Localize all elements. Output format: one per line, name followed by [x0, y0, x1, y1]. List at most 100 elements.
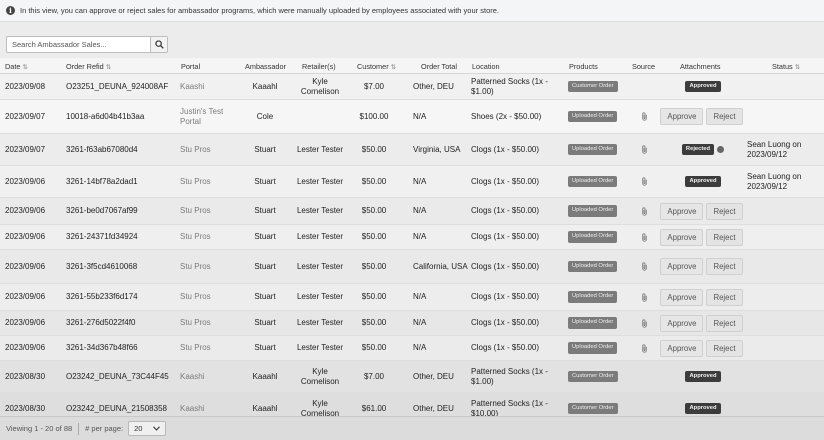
paperclip-icon[interactable]: [641, 318, 648, 328]
reject-button[interactable]: Reject: [706, 339, 743, 357]
reject-button[interactable]: Reject: [706, 258, 743, 275]
status-cell: [747, 250, 823, 283]
source-badge: Customer Order: [568, 80, 618, 93]
portal-cell: Stu Pros: [180, 261, 211, 271]
customer-cell: $50.00: [361, 232, 387, 241]
retailer-cell: Lester Tester: [296, 292, 344, 301]
paperclip-icon[interactable]: [641, 262, 648, 271]
customer-cell: $50.00: [361, 261, 387, 271]
source-badge: Uploaded Order: [568, 231, 618, 243]
customer-cell: $50.00: [361, 176, 387, 186]
table-row[interactable]: 2023/09/06 3261-be0d7067af99 Stu Pros Stuar…: [0, 198, 824, 225]
status-cell: [747, 393, 823, 416]
date-cell: 2023/08/30: [5, 371, 46, 381]
approve-button[interactable]: Approve: [660, 108, 704, 125]
ambassador-cell: Stuart: [254, 343, 276, 352]
ambassador-cell: Kaaahl: [252, 371, 278, 381]
reject-button[interactable]: Reject: [706, 228, 743, 246]
reject-button[interactable]: Reject: [706, 202, 743, 220]
status-cell: [747, 100, 823, 133]
search-input[interactable]: [7, 37, 150, 52]
col-date[interactable]: Date ⇅: [5, 62, 28, 71]
per-page-label: # per page:: [85, 424, 124, 433]
paperclip-icon[interactable]: [641, 292, 648, 302]
search-button[interactable]: [150, 37, 167, 52]
paperclip-icon[interactable]: [641, 206, 648, 216]
customer-cell: $7.00: [363, 81, 385, 91]
paperclip-cell: [638, 100, 650, 133]
table-row[interactable]: 2023/09/06 3261-55b233f6d174 Stu Pros Stuar…: [0, 284, 824, 311]
reject-button[interactable]: Reject: [706, 314, 743, 332]
paperclip-icon[interactable]: [641, 112, 648, 121]
portal-cell: Stu Pros: [180, 232, 211, 241]
source-badge: Uploaded Order: [568, 260, 618, 273]
portal-cell: Kaashi: [180, 81, 205, 91]
products-cell: Clogs (1x - $50.00): [471, 176, 540, 186]
ambassador-cell: Stuart: [254, 261, 276, 271]
table-row[interactable]: 2023/09/07 3261-f63ab67080d4 Stu Pros Stuar…: [0, 134, 824, 166]
retailer-cell: Kyle Cornelison: [300, 76, 340, 96]
per-page-select[interactable]: 20: [128, 421, 167, 436]
customer-cell: $50.00: [361, 343, 387, 352]
table-row[interactable]: 2023/09/07 10018-a6d04b41b3aa Justin's Tes…: [0, 100, 824, 134]
source-badge: Uploaded Order: [568, 175, 618, 188]
table-row[interactable]: 2023/08/30 O23242_DEUNA_21508358 Kaashi Kaa…: [0, 393, 824, 416]
customer-cell: $61.00: [361, 403, 387, 413]
approve-button[interactable]: Approve: [660, 202, 704, 220]
order-refid-cell: 10018-a6d04b41b3aa: [66, 111, 145, 121]
col-customer[interactable]: Customer ⇅: [357, 62, 396, 71]
order-refid-cell: 3261-55b233f6d174: [66, 292, 138, 301]
col-source: Source: [632, 62, 656, 71]
table-row[interactable]: 2023/09/06 3261-34d367b48f66 Stu Pros Stuar…: [0, 336, 824, 361]
paperclip-icon[interactable]: [641, 145, 648, 154]
approve-button[interactable]: Approve: [660, 339, 704, 357]
portal-cell: Stu Pros: [180, 206, 211, 215]
table-row[interactable]: 2023/09/06 3261-24371fd34924 Stu Pros Stuar…: [0, 225, 824, 250]
info-text: In this view, you can approve or reject …: [20, 6, 499, 15]
approve-button[interactable]: Approve: [660, 258, 704, 275]
col-status[interactable]: Status ⇅: [772, 62, 800, 71]
order-refid-cell: 3261-276d5022f4f0: [66, 318, 136, 327]
approve-button[interactable]: Approve: [660, 228, 704, 246]
approve-button[interactable]: Approve: [660, 314, 704, 332]
paperclip-cell: [638, 284, 650, 310]
reject-button[interactable]: Reject: [706, 108, 743, 125]
col-location: Location: [472, 62, 500, 71]
date-cell: 2023/09/06: [5, 318, 46, 327]
paperclip-icon[interactable]: [641, 177, 648, 186]
table-row[interactable]: 2023/09/06 3261-14bf78a2dad1 Stu Pros Stuar…: [0, 166, 824, 198]
order-refid-cell: O23251_DEUNA_924008AF: [66, 81, 169, 91]
order-refid-cell: O23242_DEUNA_21508358: [66, 403, 167, 413]
ambassador-cell: Stuart: [254, 144, 276, 154]
sort-icon[interactable]: ⇅: [391, 64, 396, 71]
table-row[interactable]: 2023/08/30 O23242_DEUNA_73C44F45 Kaashi Kaa…: [0, 361, 824, 393]
status-cell: [747, 225, 823, 249]
sort-icon[interactable]: ⇅: [795, 64, 800, 71]
attachments-cell: Approved: [660, 74, 746, 99]
status-cell: Sean Luong on 2023/09/12: [747, 171, 802, 191]
order-refid-cell: 3261-be0d7067af99: [66, 206, 138, 215]
products-cell: Shoes (2x - $50.00): [471, 111, 542, 121]
table-row[interactable]: 2023/09/06 3261-276d5022f4f0 Stu Pros Stuar…: [0, 311, 824, 336]
per-page-value: 20: [134, 424, 143, 433]
sort-icon[interactable]: ⇅: [106, 64, 111, 71]
source-badge: Customer Order: [568, 402, 618, 415]
attachments-cell: Approve Reject: [660, 198, 746, 224]
table-header: Date ⇅ Order Refid ⇅ Portal Ambassador Ret…: [0, 58, 824, 74]
paperclip-icon[interactable]: [641, 232, 648, 242]
products-cell: Patterned Socks (1x - $1.00): [471, 76, 548, 96]
sort-icon[interactable]: ⇅: [22, 64, 27, 71]
date-cell: 2023/09/08: [5, 81, 46, 91]
table-row[interactable]: 2023/09/06 3261-3f5cd4610068 Stu Pros Stuar…: [0, 250, 824, 284]
paperclip-icon[interactable]: [641, 343, 648, 353]
reject-button[interactable]: Reject: [706, 288, 743, 306]
approve-button[interactable]: Approve: [660, 288, 704, 306]
table-row[interactable]: 2023/09/08 O23251_DEUNA_924008AF Kaashi Kaa…: [0, 74, 824, 100]
location-cell: N/A: [413, 232, 427, 241]
retailer-cell: Lester Tester: [296, 232, 344, 241]
info-dot-icon[interactable]: [717, 146, 725, 153]
location-cell: Other, DEU: [413, 81, 454, 91]
col-order-refid[interactable]: Order Refid ⇅: [66, 62, 111, 71]
portal-cell: Stu Pros: [180, 343, 211, 352]
info-banner: i In this view, you can approve or rejec…: [0, 0, 824, 22]
